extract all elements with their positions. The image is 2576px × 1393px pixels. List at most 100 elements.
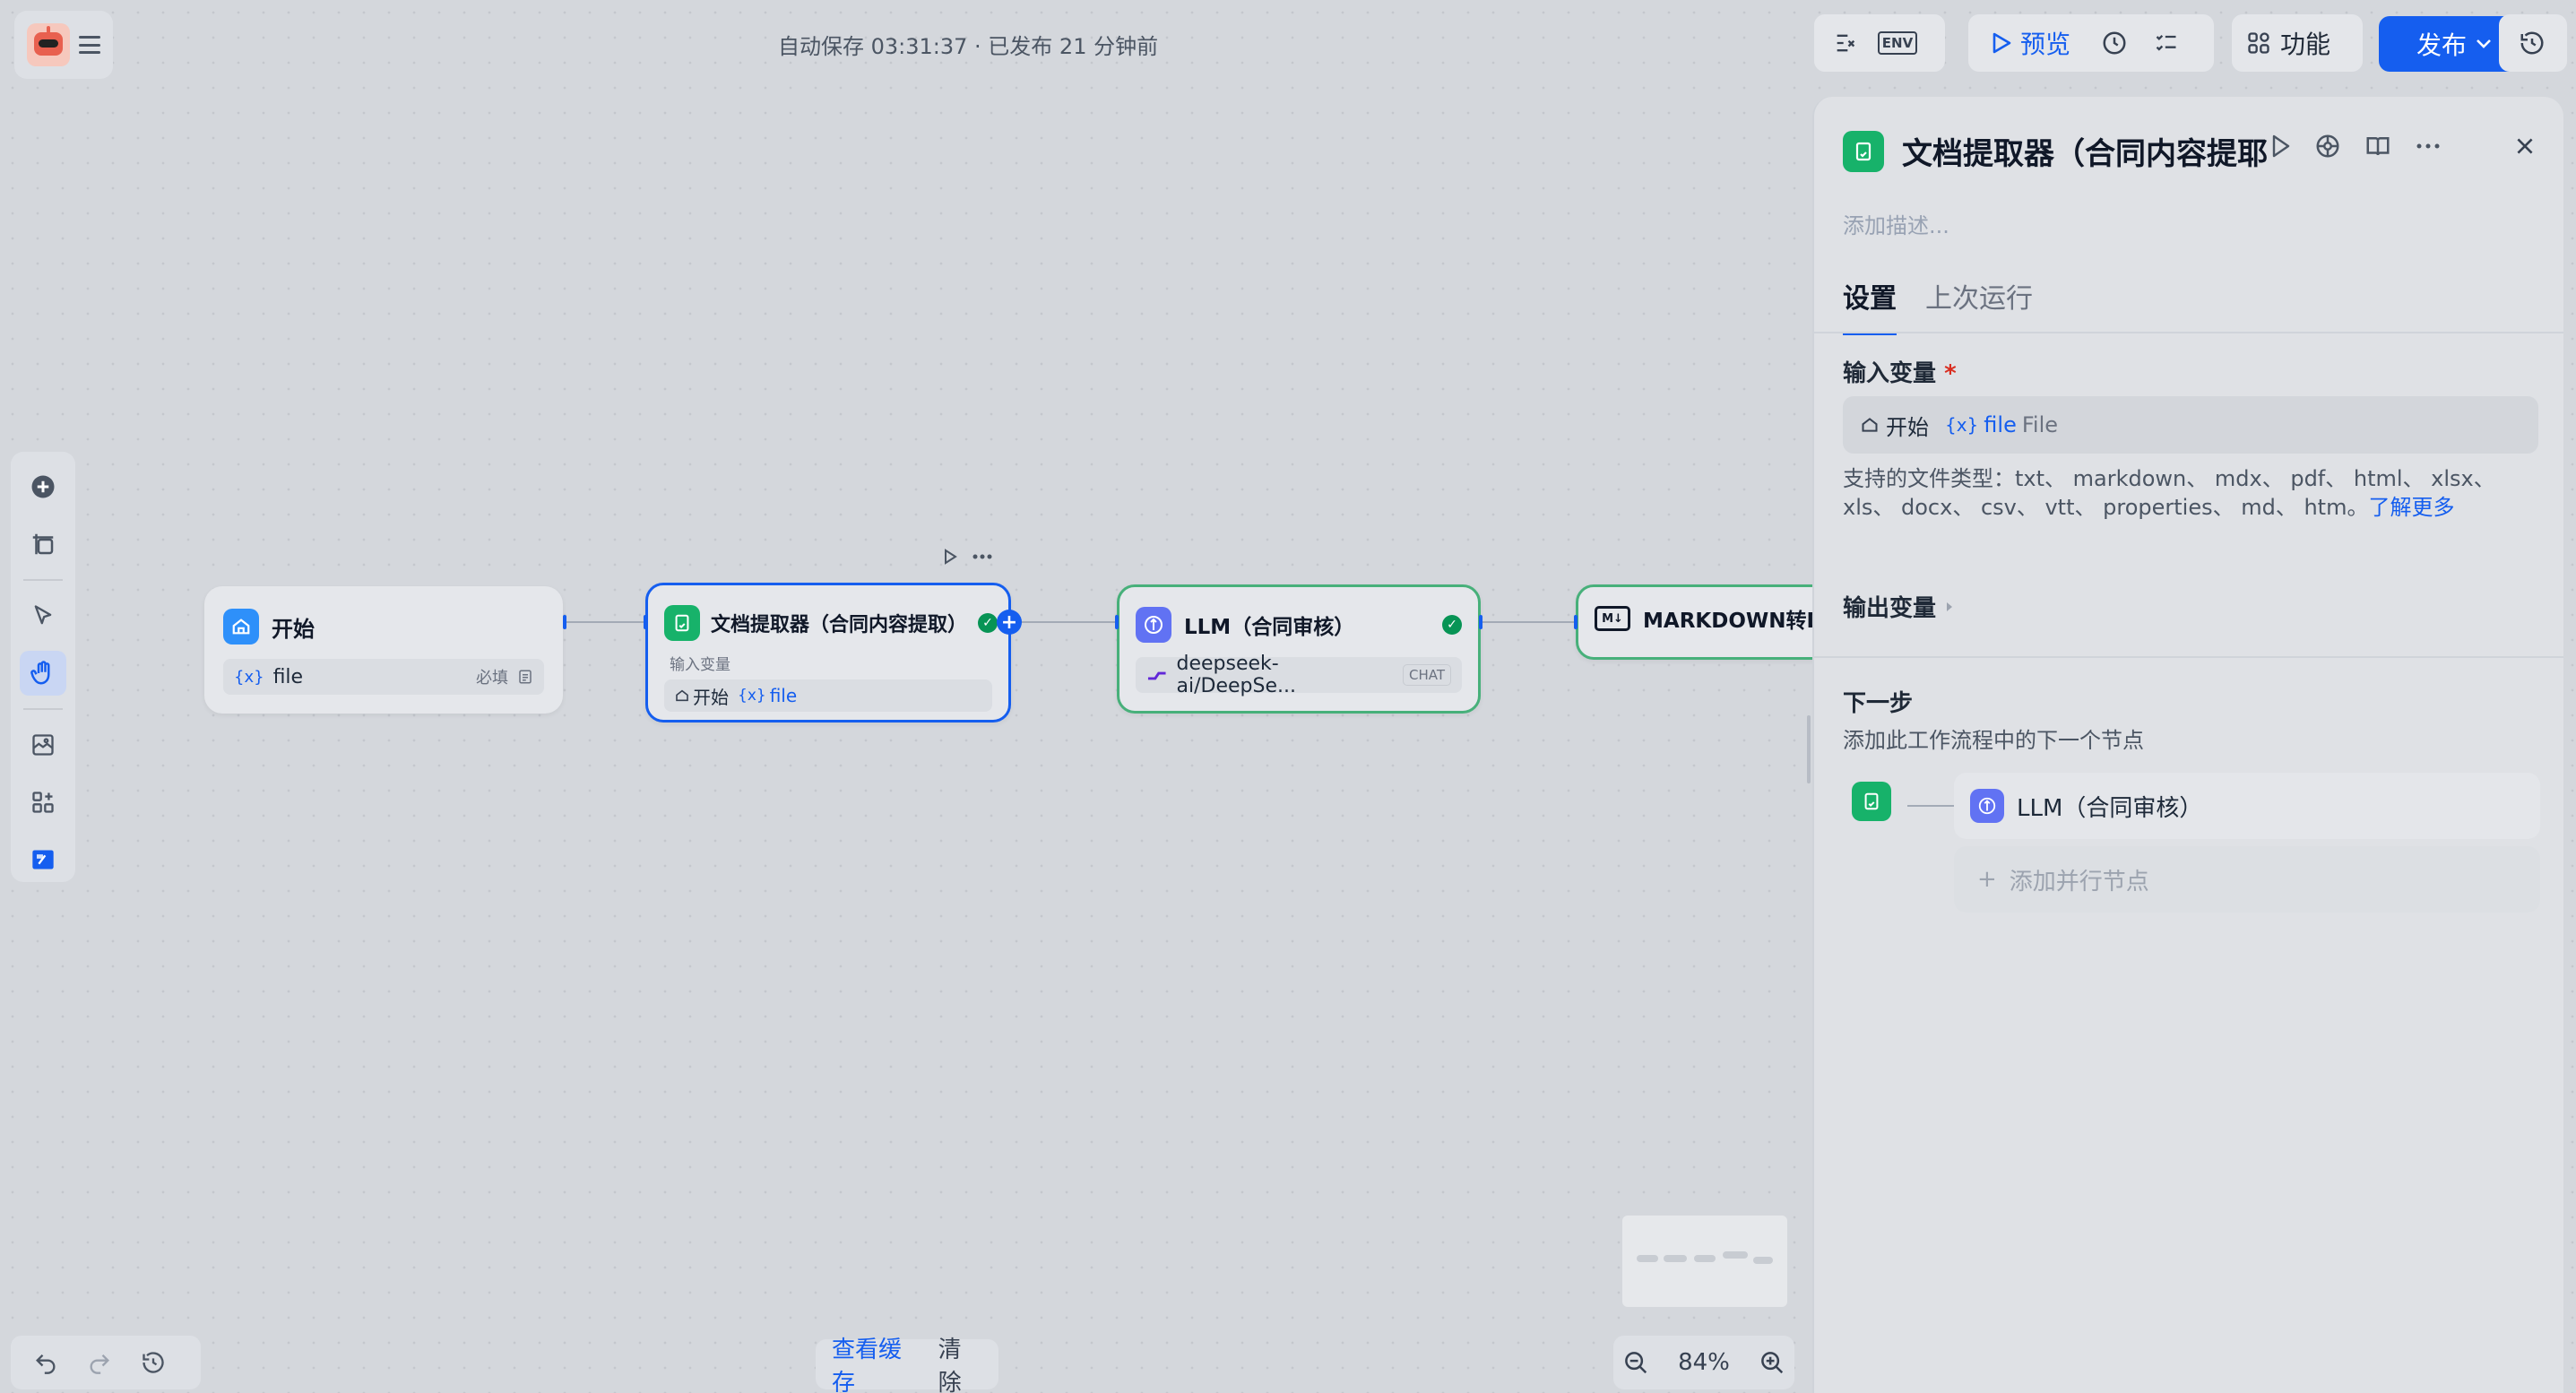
view-cache-button[interactable]: 查看缓存 <box>825 1326 928 1393</box>
app-logo-menu[interactable] <box>14 11 113 79</box>
learn-more-link[interactable]: 了解更多 <box>2368 495 2454 520</box>
llm-input-port[interactable] <box>1115 615 1119 629</box>
run-history-icon[interactable] <box>2092 21 2137 65</box>
preview-label: 预览 <box>2020 30 2071 59</box>
input-variable-type: File <box>2021 412 2059 437</box>
run-node-icon[interactable] <box>943 549 957 565</box>
more-icon[interactable] <box>972 549 993 565</box>
app-avatar <box>27 23 70 66</box>
extractor-node-title: 文档提取器（合同内容提取） <box>711 614 968 636</box>
checklist-icon[interactable] <box>1823 21 1868 65</box>
toolbar-divider <box>23 579 63 581</box>
change-history-icon[interactable] <box>131 1340 176 1385</box>
zoom-level[interactable]: 84% <box>1678 1349 1730 1376</box>
panel-title[interactable]: 文档提取器（合同内容提耶 <box>1902 129 2268 173</box>
input-var-label-text: 输入变量 <box>1843 360 1937 387</box>
document-icon <box>664 605 700 641</box>
minimap-toggle-icon[interactable] <box>20 837 66 882</box>
organize-nodes-icon[interactable] <box>20 780 66 825</box>
start-output-port[interactable] <box>563 615 566 629</box>
features-button[interactable]: 功能 <box>2241 21 2336 65</box>
debug-env-group: ENV <box>1814 14 1945 72</box>
pointer-icon[interactable] <box>20 593 66 638</box>
input-source: 开始 <box>1886 414 1929 440</box>
tab-last-run[interactable]: 上次运行 <box>1925 276 2033 335</box>
docs-book-icon[interactable] <box>2364 133 2391 160</box>
edge-extractor-llm <box>1011 621 1119 623</box>
variable-icon: {x} <box>738 687 766 705</box>
home-icon <box>676 689 688 702</box>
zoom-controls: 84% <box>1613 1336 1794 1389</box>
add-parallel-node-button[interactable]: + 添加并行节点 <box>1954 846 2540 913</box>
success-check-icon: ✓ <box>978 613 998 633</box>
llm-node-title: LLM（合同审核） <box>1184 616 1355 639</box>
help-icon[interactable] <box>2314 133 2341 160</box>
markdown-node-title: MARKDOWN转D <box>1643 610 1824 633</box>
run-step-icon[interactable] <box>2271 134 2291 158</box>
undo-icon[interactable] <box>23 1340 68 1385</box>
edge-start-extractor <box>565 621 647 623</box>
llm-node[interactable]: LLM（合同审核） ✓ deepseek-ai/DeepSe... CHAT <box>1117 584 1481 714</box>
start-node[interactable]: 开始 {x} file 必填 <box>204 586 563 714</box>
caret-right-icon <box>1947 601 1953 611</box>
extractor-variable-name: file <box>769 685 798 706</box>
chevron-down-icon <box>2477 39 2491 48</box>
next-node-llm[interactable]: LLM（合同审核） <box>1954 773 2540 839</box>
tabs-divider <box>1814 332 2563 333</box>
markdown-input-port[interactable] <box>1574 615 1578 629</box>
plus-icon: + <box>1977 866 1997 893</box>
deepseek-icon <box>1147 671 1166 680</box>
more-icon[interactable] <box>2415 133 2442 160</box>
required-mark: * <box>1944 360 1957 387</box>
features-label: 功能 <box>2280 30 2331 59</box>
llm-output-port[interactable] <box>1479 615 1482 629</box>
input-variable-name: file <box>1984 412 2017 437</box>
extractor-node[interactable]: 文档提取器（合同内容提取） ✓ 输入变量 开始 {x} file <box>645 583 1011 722</box>
llm-model-row: deepseek-ai/DeepSe... CHAT <box>1136 653 1462 697</box>
play-icon <box>1993 32 2011 54</box>
export-image-icon[interactable] <box>20 722 66 767</box>
env-button[interactable]: ENV <box>1875 21 1920 65</box>
input-variable-selector[interactable]: 开始 {x} file File <box>1843 396 2538 454</box>
panel-resize-handle[interactable] <box>1807 715 1811 783</box>
home-icon <box>223 609 259 645</box>
add-note-icon[interactable] <box>20 522 66 567</box>
clear-cache-button[interactable]: 清除 <box>931 1326 990 1393</box>
publish-label: 发布 <box>2416 30 2467 60</box>
next-step-description: 添加此工作流程中的下一个节点 <box>1843 728 2144 753</box>
tab-settings[interactable]: 设置 <box>1843 276 1897 335</box>
version-history-icon[interactable] <box>2510 21 2554 65</box>
output-var-label: 输出变量 <box>1843 595 1937 622</box>
output-var-toggle[interactable]: 输出变量 <box>1843 590 1954 623</box>
next-node-title: LLM（合同审核） <box>2017 794 2203 822</box>
history-controls <box>11 1336 201 1389</box>
edge-llm-markdown <box>1481 621 1578 623</box>
node-mini-actions <box>943 549 993 565</box>
close-icon[interactable] <box>2513 134 2537 158</box>
zoom-in-icon[interactable] <box>1759 1349 1785 1376</box>
add-next-node-icon[interactable]: + <box>997 610 1022 635</box>
features-group: 功能 <box>2232 14 2363 72</box>
preview-button[interactable]: 预览 <box>1977 21 2085 65</box>
canvas-toolbar <box>11 452 75 882</box>
markdown-node[interactable]: M↓ MARKDOWN转D <box>1576 584 1845 660</box>
input-var-label: 输入变量 * <box>1843 355 1957 388</box>
checklist-view-icon[interactable] <box>2144 21 2189 65</box>
start-node-title: 开始 <box>272 616 315 642</box>
current-node-badge <box>1852 782 1891 821</box>
variable-icon: {x} <box>234 667 264 687</box>
minimap[interactable] <box>1622 1216 1787 1307</box>
description-input[interactable]: 添加描述... <box>1843 208 1949 239</box>
extractor-input-port[interactable] <box>644 615 647 629</box>
section-divider <box>1814 656 2563 658</box>
next-connector-line <box>1907 805 1954 807</box>
add-node-icon[interactable] <box>20 464 66 509</box>
document-icon <box>1864 792 1879 810</box>
menu-icon[interactable] <box>79 36 100 54</box>
hand-icon[interactable] <box>20 651 66 696</box>
document-icon <box>1843 130 1884 172</box>
redo-icon[interactable] <box>77 1340 122 1385</box>
zoom-out-icon[interactable] <box>1622 1349 1649 1376</box>
required-tag: 必填 <box>476 669 508 688</box>
chat-badge: CHAT <box>1402 664 1451 686</box>
